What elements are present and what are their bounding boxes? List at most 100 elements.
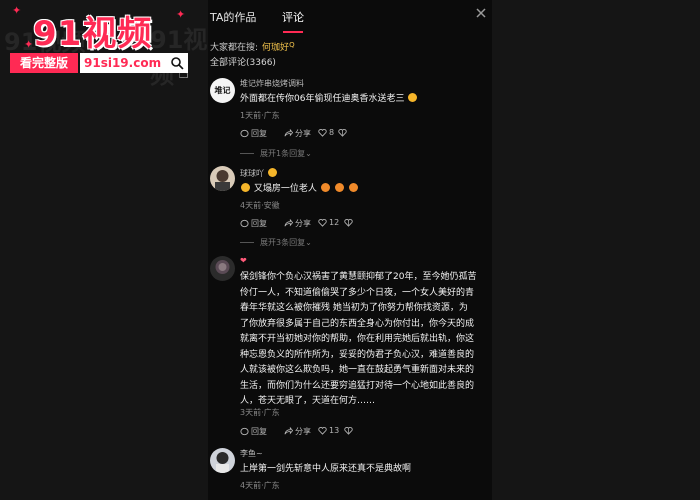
share-label: 分享 xyxy=(295,129,311,138)
reply-label: 回复 xyxy=(251,219,267,228)
comment-meta: 4天前·安徽 xyxy=(240,201,280,210)
reply-button[interactable]: 回复 xyxy=(240,426,267,437)
comment-author[interactable]: 李鱼~ xyxy=(240,448,263,459)
tab-comments[interactable]: 评论 xyxy=(282,9,304,25)
dislike-button[interactable] xyxy=(344,218,353,227)
spark-icon: ✦ xyxy=(12,4,22,17)
comment-actions: 回复 分享 12 xyxy=(240,218,490,230)
comment-line: 种忘恩负义的所作所为，妥妥的伪君子负心汉，难道善良的 xyxy=(240,349,475,360)
reply-icon xyxy=(240,427,249,436)
like-button[interactable]: 12 xyxy=(318,218,339,227)
chevron-down-icon: ⌄ xyxy=(305,149,312,158)
emoji-icon xyxy=(267,168,277,177)
author-name: 球球吖 xyxy=(240,169,264,178)
share-label: 分享 xyxy=(295,219,311,228)
emoji-icon xyxy=(348,183,358,192)
search-icon: Q xyxy=(289,41,295,49)
dislike-icon xyxy=(344,218,353,227)
like-count: 8 xyxy=(329,128,335,137)
divider xyxy=(240,242,254,243)
comment-meta: 1天前·广东 xyxy=(240,111,280,120)
comment-line: 伶仃一人，不知道偷偷哭了多少个日夜，一个女人美好的青 xyxy=(240,287,475,298)
comment-line: 保剑锋你个负心汉祸害了黄慧颐抑郁了20年，至今她仍孤苦 xyxy=(240,272,477,282)
reply-icon xyxy=(240,219,249,228)
comment-actions: 回复 分享 13 xyxy=(240,426,490,438)
reply-label: 回复 xyxy=(251,129,267,138)
like-count: 12 xyxy=(329,218,340,227)
spark-icon: ✦ xyxy=(24,38,34,51)
spark-icon: ✦ xyxy=(176,8,186,21)
like-count: 13 xyxy=(329,426,340,435)
divider xyxy=(240,153,254,154)
like-button[interactable]: 8 xyxy=(318,128,334,137)
share-icon xyxy=(284,129,293,137)
reply-button[interactable]: 回复 xyxy=(240,218,267,229)
avatar-image xyxy=(216,452,229,473)
search-suggestion: 大家都在搜: 何珈好Q xyxy=(210,40,295,53)
heart-icon xyxy=(318,128,327,137)
close-button[interactable] xyxy=(474,7,488,21)
comment-line: 春年华就这么被你摧残 她当初为了你努力帮你找资源，为 xyxy=(240,303,468,313)
expand-replies[interactable]: 展开3条回复 ⌄ xyxy=(240,237,312,248)
dislike-button[interactable] xyxy=(338,128,347,137)
heart-icon xyxy=(318,218,327,227)
tab-works[interactable]: TA的作品 xyxy=(210,9,256,25)
comment-text: 外面都在传你06年偷现任迪奥香水送老三 xyxy=(240,92,486,108)
close-icon xyxy=(476,8,486,18)
right-backdrop xyxy=(492,0,700,500)
comment-count: 全部评论(3366) xyxy=(210,58,276,68)
comment-text: 保剑锋你个负心汉祸害了黄慧颐抑郁了20年，至今她仍孤苦 伶仃一人，不知道偷偷哭了… xyxy=(240,270,486,410)
comment-line: 了你放弃很多属于自己的东西全身心为你付出，你今天的成 xyxy=(240,318,475,329)
reply-button[interactable]: 回复 xyxy=(240,128,267,139)
dislike-icon xyxy=(338,128,347,137)
expand-label: 展开1条回复 xyxy=(260,149,306,158)
expand-replies[interactable]: 展开1条回复 ⌄ xyxy=(240,148,312,159)
comment-body: 又塌房一位老人 xyxy=(253,184,317,194)
comment-author[interactable]: 堆记炸串烧烤调料 xyxy=(240,78,304,89)
avatar[interactable] xyxy=(210,448,235,473)
share-icon xyxy=(284,219,293,227)
reply-icon xyxy=(240,129,249,138)
comment-actions: 回复 分享 8 xyxy=(240,128,490,140)
dislike-button[interactable] xyxy=(344,426,353,435)
comment-author[interactable]: ❤ xyxy=(240,256,247,265)
expand-label: 展开3条回复 xyxy=(260,238,306,247)
watermark-tag: 看完整版 xyxy=(10,53,78,73)
comment-text: 上岸第一剑先斩意中人原来还真不是典故啊 xyxy=(240,464,412,474)
avatar[interactable]: 堆记 xyxy=(210,78,235,103)
avatar-image xyxy=(215,260,230,274)
comment-meta: 3天前·广东 xyxy=(240,408,280,417)
watermark: 91视频 91视频 91视频 ✦ ✦ ✦ 看完整版 91si19.com ☝ xyxy=(0,0,208,90)
emoji-icon xyxy=(334,183,344,192)
emoji-icon xyxy=(320,183,330,192)
watermark-logo: 91视频 xyxy=(33,14,153,54)
share-button[interactable]: 分享 xyxy=(284,218,311,229)
comment-body: 外面都在传你06年偷现任迪奥香水送老三 xyxy=(240,94,405,104)
comment-text: 又塌房一位老人 xyxy=(240,182,486,198)
comment-line: 人就该被你这么欺负吗，她一直在鼓起勇气重新面对未来的 xyxy=(240,365,475,375)
search-hint-term[interactable]: 何珈好 xyxy=(262,43,289,53)
active-tab-indicator xyxy=(283,31,303,33)
dislike-icon xyxy=(344,426,353,435)
comment-line: 生活，而你们为什么还要穷追猛打对待一个心地如此善良的 xyxy=(240,380,475,391)
comments-panel: TA的作品 评论 大家都在搜: 何珈好Q 全部评论(3366) 堆记 堆记炸串烧烤… xyxy=(208,0,492,500)
emoji-icon xyxy=(241,183,250,192)
share-button[interactable]: 分享 xyxy=(284,426,311,437)
emoji-icon xyxy=(408,93,418,102)
comment-author[interactable]: 球球吖 xyxy=(240,168,278,179)
avatar[interactable] xyxy=(210,166,235,191)
like-button[interactable]: 13 xyxy=(318,426,339,435)
comment-line: 就离不开当初她对你的帮助，你在利用完她后就出轨，你这 xyxy=(240,334,475,344)
avatar-image xyxy=(215,170,230,191)
avatar[interactable] xyxy=(210,256,235,281)
share-button[interactable]: 分享 xyxy=(284,128,311,139)
chevron-down-icon: ⌄ xyxy=(305,238,312,247)
reply-label: 回复 xyxy=(251,427,267,436)
search-hint-prefix: 大家都在搜: xyxy=(210,43,259,53)
pointer-hand-icon: ☝ xyxy=(178,62,189,83)
share-icon xyxy=(284,427,293,435)
heart-icon xyxy=(318,426,327,435)
heart-emoji-icon: ❤ xyxy=(240,256,247,265)
comment-meta: 4天前·广东 xyxy=(240,481,280,490)
tab-bar: TA的作品 评论 xyxy=(208,0,492,34)
